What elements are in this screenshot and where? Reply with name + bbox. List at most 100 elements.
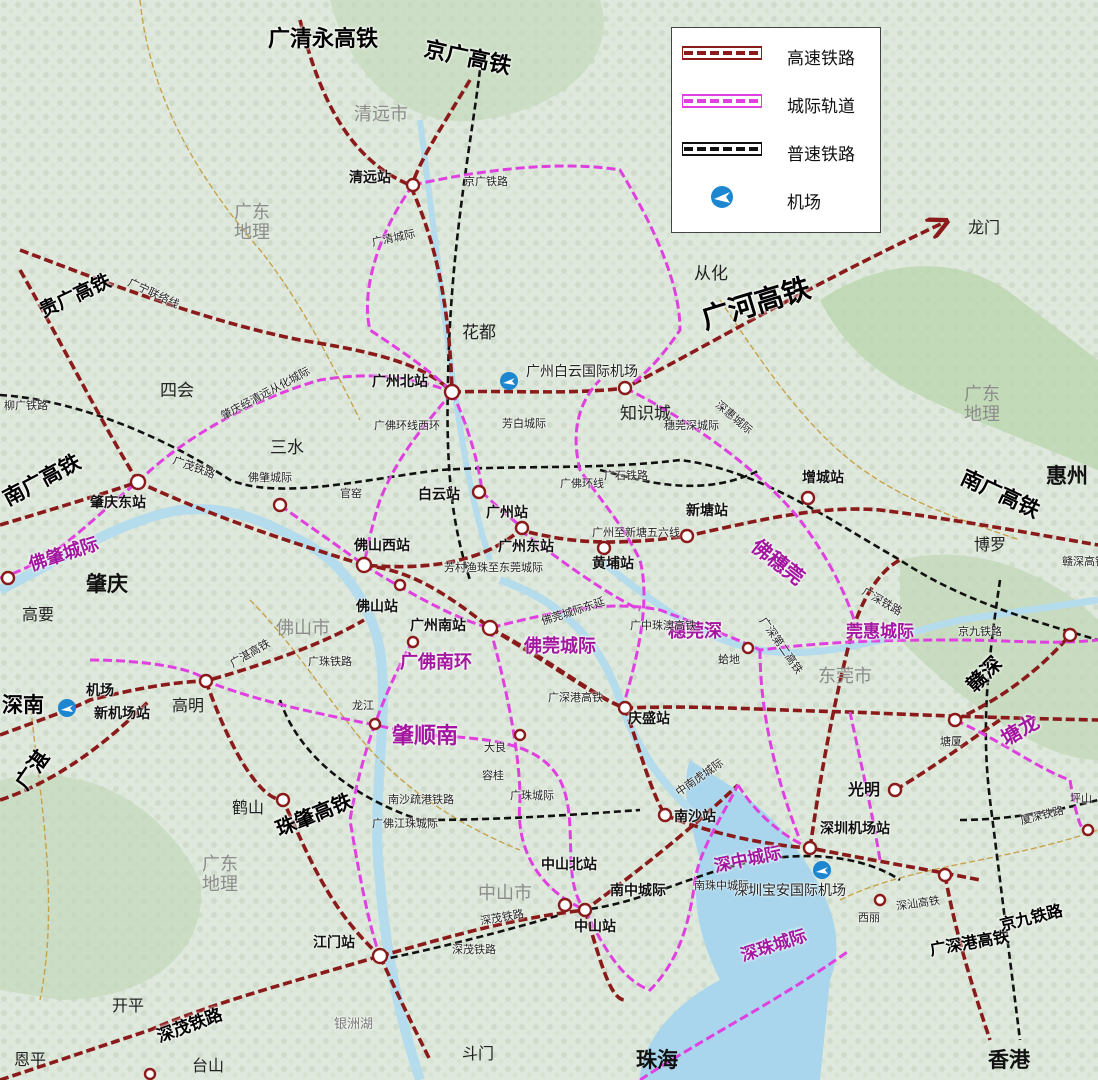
line-label-guangzhu-city: 广珠城际 bbox=[510, 789, 554, 802]
station-marker-baiyun-airport bbox=[617, 380, 633, 396]
station-marker-pingshan bbox=[1081, 823, 1095, 837]
station-label-tangxia: 塘厦 bbox=[940, 735, 962, 748]
station-label-zengcheng: 增城站 bbox=[802, 470, 844, 486]
station-label-qingyuan: 清远站 bbox=[349, 170, 391, 186]
station-label-nansha: 南沙站 bbox=[674, 809, 716, 825]
line-label-liuguang: 柳广铁路 bbox=[4, 399, 48, 412]
county-kaiping: 开平 bbox=[112, 996, 145, 1015]
legend-label-conventional: 普速铁路 bbox=[787, 145, 855, 165]
station-label-pingshan: 坪山 bbox=[1070, 792, 1092, 805]
station-marker-shenzhen-airport bbox=[802, 840, 818, 856]
station-label-shenzhen-airport: 深圳机场站 bbox=[820, 821, 890, 837]
station-label-guangzhou-north: 广州北站 bbox=[372, 374, 428, 390]
station-marker-foshan bbox=[393, 578, 407, 592]
station-label-zhongshan-north: 中山北站 bbox=[541, 857, 597, 873]
conventional-line-icon bbox=[682, 142, 762, 156]
line-label-ganshen: 赣深高铁 bbox=[1062, 555, 1098, 568]
county-yinzhouhu: 银洲湖 bbox=[334, 1017, 373, 1033]
station-label-airport: 机场 bbox=[86, 683, 114, 699]
station-marker-nansha bbox=[657, 807, 673, 823]
airport-icon bbox=[711, 186, 733, 208]
county-sanshui: 三水 bbox=[270, 438, 304, 458]
station-label-longjiang: 龙江 bbox=[352, 699, 374, 712]
station-label-humen: 蛤地 bbox=[718, 653, 740, 666]
legend-row-conventional: 普速铁路 bbox=[682, 134, 872, 165]
station-marker-heshan bbox=[275, 792, 291, 808]
station-marker-longjiang bbox=[368, 717, 382, 731]
station-marker-zhaoqing-east bbox=[129, 473, 147, 491]
station-marker-humen bbox=[741, 641, 755, 655]
legend-label-airport: 机场 bbox=[787, 193, 821, 213]
county-boluo: 博罗 bbox=[974, 535, 1007, 554]
county-huadu: 花都 bbox=[462, 323, 496, 343]
station-marker-tangxia bbox=[947, 712, 963, 728]
line-label-fangcun: 芳村渔珠至东莞城际 bbox=[444, 561, 543, 574]
region-guangdong-3: 广东地理 bbox=[202, 854, 238, 895]
station-marker-zhongshan-north bbox=[557, 897, 573, 913]
station-label-baiyun: 白云站 bbox=[418, 487, 460, 503]
station-marker-guangzhou-south bbox=[481, 619, 499, 637]
intercity-label-foguan: 佛莞城际 bbox=[524, 636, 596, 657]
county-gaoming: 高明 bbox=[172, 696, 205, 715]
line-label-jingjiu: 京广铁路 bbox=[464, 175, 508, 188]
legend-label-intercity: 城际轨道 bbox=[787, 97, 855, 117]
station-marker-zengcheng bbox=[800, 490, 816, 506]
station-label-jiangmen: 江门站 bbox=[313, 935, 355, 951]
region-dongguan: 东莞市 bbox=[818, 666, 872, 687]
line-label-fohuan: 佛肇城际 bbox=[248, 471, 292, 484]
station-marker-daliang bbox=[513, 728, 527, 742]
station-label-foshan-west: 佛山西站 bbox=[354, 538, 410, 554]
station-label-baiyun-airport: 广州白云国际机场 bbox=[526, 364, 638, 380]
county-conghua: 从化 bbox=[694, 264, 728, 284]
hsr-label-guangqingyong: 广清永高铁 bbox=[268, 27, 378, 53]
legend-label-hsr: 高速铁路 bbox=[787, 49, 855, 69]
intercity-label-guangfonanhuan: 广佛南环 bbox=[400, 652, 472, 673]
station-marker-gaoming bbox=[198, 673, 214, 689]
station-marker-xili bbox=[873, 893, 887, 907]
map-legend: 高速铁路 城际轨道 普速铁路 机场 bbox=[671, 27, 881, 233]
region-zhongshan: 中山市 bbox=[478, 883, 532, 904]
station-label-guanyao: 官窑 bbox=[340, 487, 362, 500]
region-foshan: 佛山市 bbox=[276, 618, 330, 639]
station-label-huangpu: 黄埔站 bbox=[592, 556, 634, 572]
legend-row-intercity: 城际轨道 bbox=[682, 86, 872, 117]
county-enping: 恩平 bbox=[14, 1050, 47, 1069]
station-marker-guangzhou-east bbox=[596, 540, 612, 556]
legend-row-hsr: 高速铁路 bbox=[682, 38, 872, 69]
station-label-xintang: 新塘站 bbox=[686, 503, 728, 519]
station-marker-guangzhou-north bbox=[443, 383, 461, 401]
county-taishan: 台山 bbox=[192, 1056, 225, 1075]
station-marker-huizhou-north bbox=[1062, 627, 1078, 643]
station-label-guangzhou-south: 广州南站 bbox=[410, 618, 466, 634]
station-label-shenzhen-baoan: 深圳宝安国际机场 bbox=[734, 883, 846, 899]
line-label-shenmao-2: 深茂铁路 bbox=[452, 943, 496, 956]
city-hongkong: 香港 bbox=[988, 1048, 1030, 1072]
intercity-label-nanzhong: 南中城际 bbox=[610, 883, 666, 899]
station-marker-gaoyao bbox=[0, 570, 16, 586]
line-label-guangfohuan: 广佛环线 bbox=[560, 477, 604, 490]
hsr-line-icon bbox=[682, 46, 762, 60]
line-label-fosuicheng: 广佛环线西环 bbox=[374, 419, 440, 432]
hsr-label-shennan: 深南 bbox=[2, 693, 44, 717]
county-gaoyao: 高要 bbox=[22, 605, 55, 624]
hsr-label-jingjiu: 京九铁路 bbox=[998, 901, 1065, 935]
station-marker-taishan bbox=[143, 1067, 157, 1080]
line-label-guangzhu: 广珠铁路 bbox=[308, 655, 352, 668]
station-label-guangming: 光明 bbox=[848, 780, 881, 799]
intercity-label-zhaoshunnan: 肇顺南 bbox=[392, 724, 459, 749]
hsr-label-guangshengang: 广深港高铁 bbox=[928, 927, 1010, 960]
line-label-guangzhou-jiang: 广佛江珠城际 bbox=[372, 817, 438, 830]
station-marker-sanshui bbox=[272, 497, 288, 513]
station-marker-baiyun bbox=[471, 484, 487, 500]
line-label-guangshi: 广石铁路 bbox=[604, 469, 648, 482]
station-marker-xintang bbox=[679, 528, 695, 544]
line-label-suiguanshen: 穗莞深城际 bbox=[664, 419, 719, 432]
station-marker-foshan-city bbox=[406, 635, 420, 649]
line-label-zhongshan-line: 广中珠澳高铁 bbox=[630, 619, 696, 632]
station-label-new-airport: 新机场站 bbox=[94, 706, 150, 722]
line-label-nanshagang: 南沙疏港铁路 bbox=[388, 793, 454, 806]
line-label-fangbai: 芳白城际 bbox=[502, 417, 546, 430]
station-marker-shenzhen bbox=[937, 867, 953, 883]
station-marker-zhongshan bbox=[577, 902, 593, 918]
station-marker-guangming bbox=[887, 782, 903, 798]
